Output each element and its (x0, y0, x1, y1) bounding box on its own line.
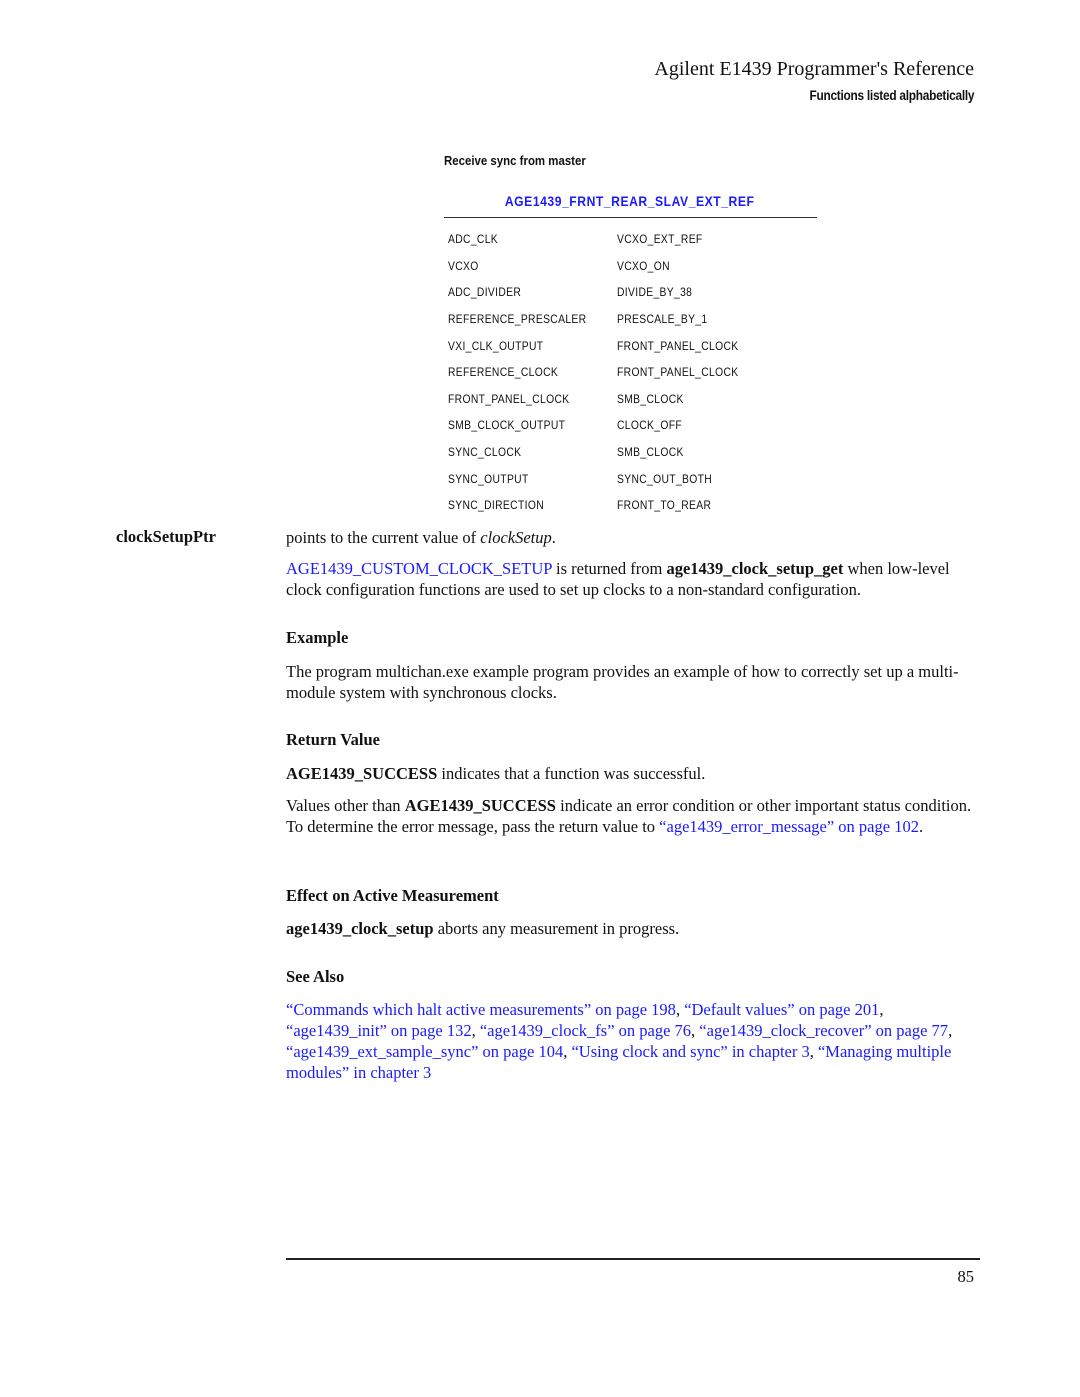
example-heading: Example (286, 628, 349, 647)
effect-paragraph: age1439_clock_setup aborts any measureme… (286, 918, 976, 939)
page-number: 85 (957, 1267, 975, 1286)
parameter-name: clockSetupPtr (116, 527, 216, 546)
setting-value-cell: CLOCK_OFF (617, 418, 683, 433)
setting-name-cell: ADC_DIVIDER (448, 285, 522, 300)
link-separator: , (948, 1021, 953, 1040)
link-separator: , (809, 1042, 818, 1061)
table-row: SMB_CLOCK_OUTPUT CLOCK_OFF (448, 412, 817, 439)
link-separator: , (675, 1000, 685, 1019)
effect-function-name: age1439_clock_setup (286, 919, 434, 938)
setting-name-cell: SYNC_DIRECTION (448, 498, 544, 513)
see-also-heading: See Also (286, 967, 345, 986)
setting-value-cell: FRONT_PANEL_CLOCK (617, 338, 739, 353)
setting-value-cell: PRESCALE_BY_1 (617, 312, 708, 327)
error-paragraph: Values other than AGE1439_SUCCESS indica… (286, 795, 976, 837)
see-also-links: “Commands which halt active measurements… (286, 999, 976, 1083)
setting-name-cell: VXI_CLK_OUTPUT (448, 338, 544, 353)
section-subtitle: Functions listed alphabetically (809, 88, 974, 103)
setting-name-cell: ADC_CLK (448, 232, 499, 247)
error-text-prefix: Values other than (286, 796, 405, 815)
see-also-link[interactable]: “age1439_clock_recover” on page 77 (699, 1021, 948, 1040)
success-constant: AGE1439_SUCCESS (286, 764, 438, 783)
table-row: VXI_CLK_OUTPUT FRONT_PANEL_CLOCK (448, 332, 817, 359)
link-separator: , (879, 1000, 884, 1019)
parameter-description: points to the current value of clockSetu… (286, 527, 976, 548)
success-paragraph: AGE1439_SUCCESS indicates that a functio… (286, 763, 976, 784)
effect-description: aborts any measurement in progress. (433, 919, 680, 938)
setting-value-cell: VCXO_ON (617, 258, 670, 273)
see-also-link[interactable]: “Default values” on page 201 (684, 1000, 879, 1019)
table-row: VCXO VCXO_ON (448, 253, 817, 280)
desc-punct: . (551, 528, 556, 547)
setting-name-cell: SYNC_OUTPUT (448, 471, 529, 486)
setting-value-cell: SMB_CLOCK (617, 391, 684, 406)
see-also-link[interactable]: “age1439_init” on page 132 (286, 1021, 472, 1040)
error-punct: . (918, 817, 924, 836)
table-row: FRONT_PANEL_CLOCK SMB_CLOCK (448, 386, 817, 413)
note-paragraph: AGE1439_CUSTOM_CLOCK_SETUP is returned f… (286, 558, 976, 600)
error-success-constant: AGE1439_SUCCESS (404, 796, 556, 815)
table-row: ADC_DIVIDER DIVIDE_BY_38 (448, 279, 817, 306)
link-separator: , (471, 1021, 480, 1040)
return-value-heading: Return Value (286, 730, 380, 749)
see-also-link[interactable]: “age1439_ext_sample_sync” on page 104 (286, 1042, 563, 1061)
desc-italic-term: clockSetup (480, 528, 552, 547)
setting-value-cell: FRONT_PANEL_CLOCK (617, 365, 739, 380)
setting-value-cell: FRONT_TO_REAR (617, 498, 712, 513)
setting-value-cell: SYNC_OUT_BOTH (617, 471, 713, 486)
table-title-link[interactable]: AGE1439_FRNT_REAR_SLAV_EXT_REF (444, 194, 816, 209)
custom-setup-note: AGE1439_CUSTOM_CLOCK_SETUP is returned f… (286, 558, 976, 600)
table-caption: Receive sync from master (444, 153, 586, 168)
setting-value-cell: DIVIDE_BY_38 (617, 285, 693, 300)
table-row: REFERENCE_PRESCALER PRESCALE_BY_1 (448, 306, 817, 333)
see-also-link[interactable]: “Using clock and sync” in chapter 3 (571, 1042, 809, 1061)
setting-name-cell: FRONT_PANEL_CLOCK (448, 391, 570, 406)
error-message-link[interactable]: “age1439_error_message” on page 102 (659, 817, 919, 836)
effect-text: age1439_clock_setup aborts any measureme… (286, 918, 976, 939)
custom-clock-setup-link[interactable]: AGE1439_CUSTOM_CLOCK_SETUP (286, 559, 552, 578)
table-row: SYNC_DIRECTION FRONT_TO_REAR (448, 492, 817, 519)
setting-value-cell: SMB_CLOCK (617, 445, 684, 460)
setting-name-cell: REFERENCE_CLOCK (448, 365, 559, 380)
effect-heading: Effect on Active Measurement (286, 886, 499, 905)
see-also-paragraph: “Commands which halt active measurements… (286, 999, 976, 1083)
table-row: SYNC_CLOCK SMB_CLOCK (448, 439, 817, 466)
see-also-link[interactable]: “age1439_clock_fs” on page 76 (480, 1021, 691, 1040)
success-text: indicates that a function was successful… (437, 764, 706, 783)
setting-name-cell: REFERENCE_PRESCALER (448, 312, 587, 327)
note-text: is returned from (551, 559, 667, 578)
example-text: The program multichan.exe example progra… (286, 662, 959, 702)
table-divider (444, 217, 817, 218)
table-title-text: AGE1439_FRNT_REAR_SLAV_EXT_REF (505, 194, 755, 209)
setting-name-cell: SMB_CLOCK_OUTPUT (448, 418, 566, 433)
note-function-name: age1439_clock_setup_get (666, 559, 844, 578)
parameter-desc-paragraph: points to the current value of clockSetu… (286, 527, 976, 548)
setting-name-cell: VCXO (448, 258, 479, 273)
table-row: REFERENCE_CLOCK FRONT_PANEL_CLOCK (448, 359, 817, 386)
footer-divider (286, 1258, 980, 1260)
return-value-other: Values other than AGE1439_SUCCESS indica… (286, 795, 976, 837)
setting-value-cell: VCXO_EXT_REF (617, 232, 703, 247)
table-body: ADC_CLK VCXO_EXT_REF VCXO VCXO_ON ADC_DIVIDE… (448, 226, 817, 519)
setting-name-cell: SYNC_CLOCK (448, 445, 522, 460)
document-title: Agilent E1439 Programmer's Reference (654, 58, 974, 80)
table-row: ADC_CLK VCXO_EXT_REF (448, 226, 817, 253)
return-value-success: AGE1439_SUCCESS indicates that a functio… (286, 763, 976, 784)
see-also-link[interactable]: “Commands which halt active measurements… (286, 1000, 676, 1019)
table-row: SYNC_OUTPUT SYNC_OUT_BOTH (448, 465, 817, 492)
desc-text: points to the current value of (286, 528, 481, 547)
